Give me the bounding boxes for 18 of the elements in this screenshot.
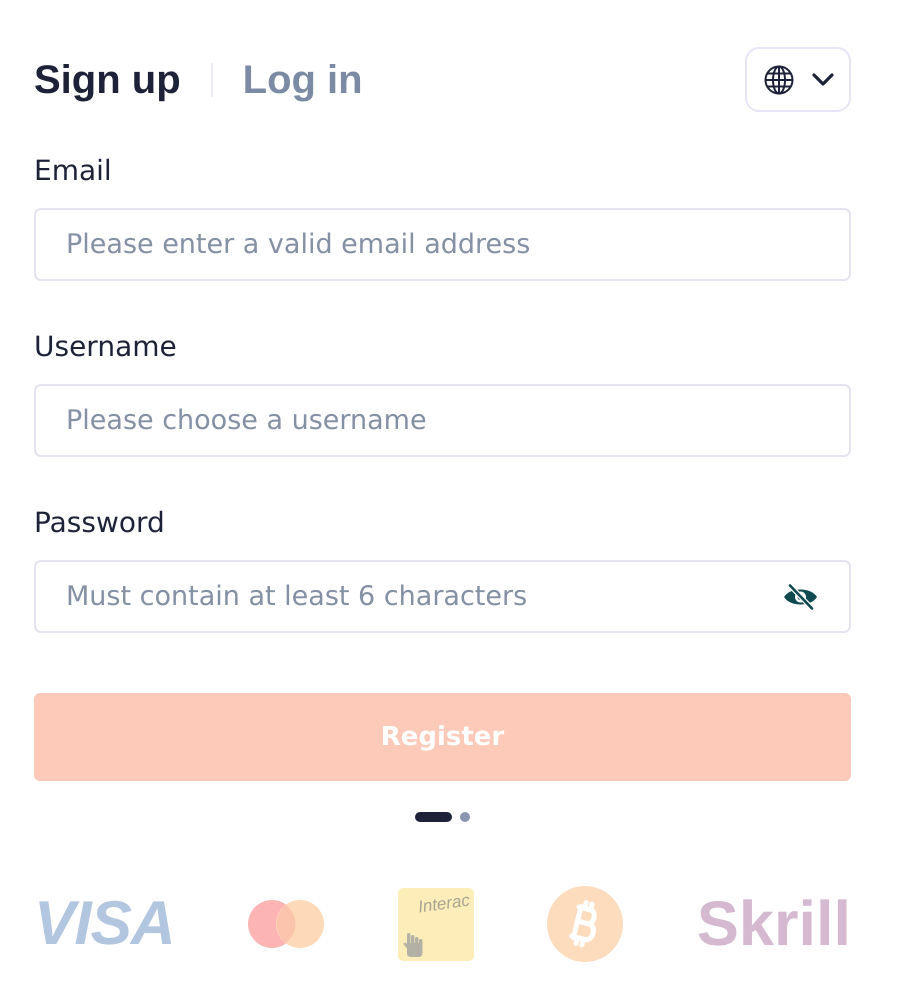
input-field[interactable]: Please enter a valid email address [34, 208, 851, 281]
tab[interactable]: Log in [242, 56, 363, 102]
logo-text: Interac [416, 890, 471, 918]
language-button[interactable] [745, 47, 851, 112]
globe-icon [764, 64, 794, 94]
pager-dot[interactable] [460, 812, 470, 822]
field-label: Username [34, 331, 177, 363]
two-circles-icon [248, 900, 324, 948]
hand-icon [402, 932, 423, 956]
payment-logo: Skrill [696, 892, 851, 956]
field-label: Password [34, 507, 165, 539]
eye-slash-icon[interactable] [782, 584, 819, 610]
payment-logo: VISA [34, 893, 175, 955]
bitcoin-icon [547, 886, 624, 962]
input-field[interactable]: Please choose a username [34, 384, 851, 457]
field-label: Email [34, 155, 112, 187]
input-field[interactable]: Must contain at least 6 characters [34, 560, 851, 633]
tab[interactable]: Sign up [34, 56, 181, 102]
